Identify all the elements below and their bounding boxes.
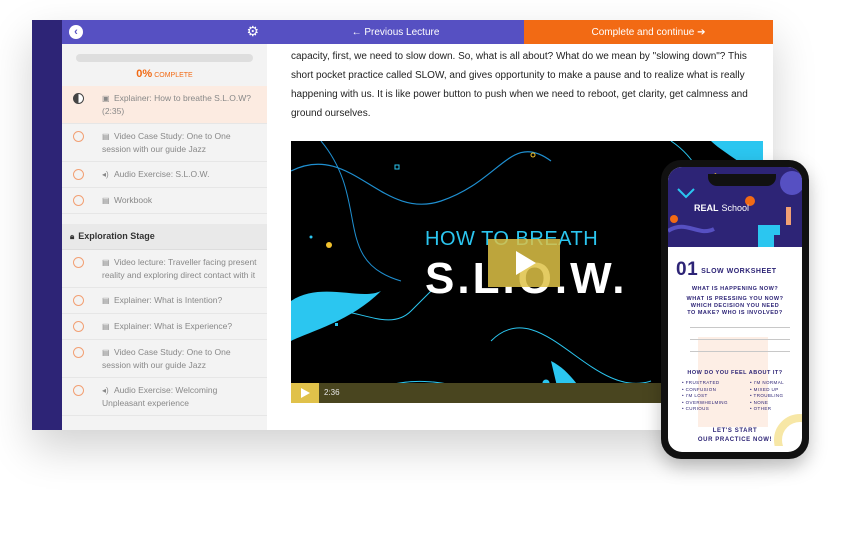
question-3: HOW DO YOU FEEL ABOUT IT? xyxy=(687,370,783,376)
worksheet-cta[interactable]: LET'S START OUR PRACTICE NOW! xyxy=(668,427,802,445)
complete-continue-button[interactable]: Complete and continue ➔ xyxy=(524,20,773,44)
answer-line xyxy=(690,327,790,328)
doc-icon: ▤ xyxy=(102,196,110,205)
lecture-text: capacity, first, we need to slow down. S… xyxy=(291,51,748,119)
lesson-label: Workbook xyxy=(114,195,153,205)
lesson-item[interactable]: ▤ Video Case Study: One to One session wi… xyxy=(62,340,267,378)
audio-icon: ◂) xyxy=(102,386,109,395)
lesson-label: Explainer: What is Experience? xyxy=(114,321,233,331)
play-button[interactable] xyxy=(291,383,319,403)
lesson-label: Video lecture: Traveller facing present … xyxy=(102,257,257,280)
lesson-label: Video Case Study: One to One session wit… xyxy=(102,131,231,154)
lesson-item[interactable]: ▤ Workbook xyxy=(62,188,267,214)
back-icon[interactable]: ‹ xyxy=(69,25,83,39)
progress-percent: 0% xyxy=(136,68,153,80)
incomplete-circle-icon xyxy=(73,169,84,180)
sidebar-header: ‹ ⚙ xyxy=(62,20,267,44)
lesson-label: Audio Exercise: Welcoming Unpleasant exp… xyxy=(102,385,218,408)
section-title: Exploration Stage xyxy=(78,231,155,241)
incomplete-circle-icon xyxy=(73,385,84,396)
feelings-list-left: • FRUSTRATED • CONFUSION • I'M LOST • OV… xyxy=(682,380,728,413)
doc-icon: ▤ xyxy=(102,258,110,267)
phone-screen: REAL School 01 SLOW WORKSHEET WHAT IS HAPP… xyxy=(668,167,802,452)
incomplete-circle-icon xyxy=(73,195,84,206)
lesson-item[interactable]: ▤ Video Case Study: One to One session wi… xyxy=(62,124,267,162)
lesson-item[interactable]: ▤ Explainer: What is Experience? xyxy=(62,314,267,340)
video-icon: ▣ xyxy=(102,94,110,103)
answer-line xyxy=(690,351,790,352)
worksheet-name: SLOW WORKSHEET xyxy=(701,268,777,275)
lesson-item[interactable]: ◂) Audio Exercise: Welcoming Unpleasant e… xyxy=(62,378,267,416)
lesson-label: Video Case Study: One to One session wit… xyxy=(102,347,231,370)
phone-notch xyxy=(708,174,776,186)
doc-icon: ▤ xyxy=(102,348,110,357)
doc-icon: ▤ xyxy=(102,322,110,331)
incomplete-circle-icon xyxy=(73,257,84,268)
progress-label: COMPLETE xyxy=(154,72,193,79)
lesson-label: Explainer: What is Intention? xyxy=(114,295,223,305)
half-complete-icon xyxy=(73,93,84,104)
previous-lecture-button[interactable]: ← Previous Lecture xyxy=(267,20,524,44)
worksheet-number: 01 xyxy=(676,259,699,280)
left-rail xyxy=(32,20,62,430)
incomplete-circle-icon xyxy=(73,347,84,358)
progress-bar xyxy=(76,54,253,62)
cta-line-2: OUR PRACTICE NOW! xyxy=(697,437,773,443)
phone-mockup: REAL School 01 SLOW WORKSHEET WHAT IS HAPP… xyxy=(661,160,809,459)
brand-logo: REAL School xyxy=(694,203,749,213)
lock-icon: 🔒︎ xyxy=(70,232,75,241)
lesson-item[interactable]: ▤ Video lecture: Traveller facing present… xyxy=(62,250,267,288)
progress-text: 0% COMPLETE xyxy=(62,68,267,80)
worksheet-title: 01 SLOW WORKSHEET xyxy=(676,259,777,281)
incomplete-circle-icon xyxy=(73,321,84,332)
doc-icon: ▤ xyxy=(102,296,110,305)
video-duration: 2:36 xyxy=(324,388,340,397)
course-sidebar: ‹ ⚙ 0% COMPLETE ▣ Explainer: How to breath… xyxy=(62,20,268,430)
play-overlay-button[interactable] xyxy=(488,239,560,287)
feeling-option[interactable]: • CURIOUS xyxy=(682,406,728,413)
brand-rest: School xyxy=(721,203,750,213)
lesson-label: Explainer: How to breathe S.L.O.W? (2:35… xyxy=(102,93,252,116)
lesson-item[interactable]: ▤ Explainer: What is Intention? xyxy=(62,288,267,314)
lesson-item[interactable]: ◂) Audio Exercise: S.L.O.W. xyxy=(62,162,267,188)
lesson-label: Audio Exercise: S.L.O.W. xyxy=(114,169,210,179)
lesson-item[interactable]: ▣ Explainer: How to breathe S.L.O.W? (2:3… xyxy=(62,86,267,124)
lecture-nav: ← Previous Lecture Complete and continue… xyxy=(267,20,773,44)
question-2: WHAT IS PRESSING YOU NOW? WHICH DECISION… xyxy=(686,296,784,316)
doc-icon: ▤ xyxy=(102,132,110,141)
cta-line-1: LET'S START xyxy=(712,428,758,434)
gear-icon[interactable]: ⚙ xyxy=(246,23,259,40)
incomplete-circle-icon xyxy=(73,131,84,142)
brand-bold: REAL xyxy=(694,203,719,213)
answer-line xyxy=(690,339,790,340)
section-header: 🔒︎ Exploration Stage xyxy=(62,224,267,250)
incomplete-circle-icon xyxy=(73,295,84,306)
question-1: WHAT IS HAPPENING NOW? xyxy=(691,286,779,292)
audio-icon: ◂) xyxy=(102,170,109,179)
